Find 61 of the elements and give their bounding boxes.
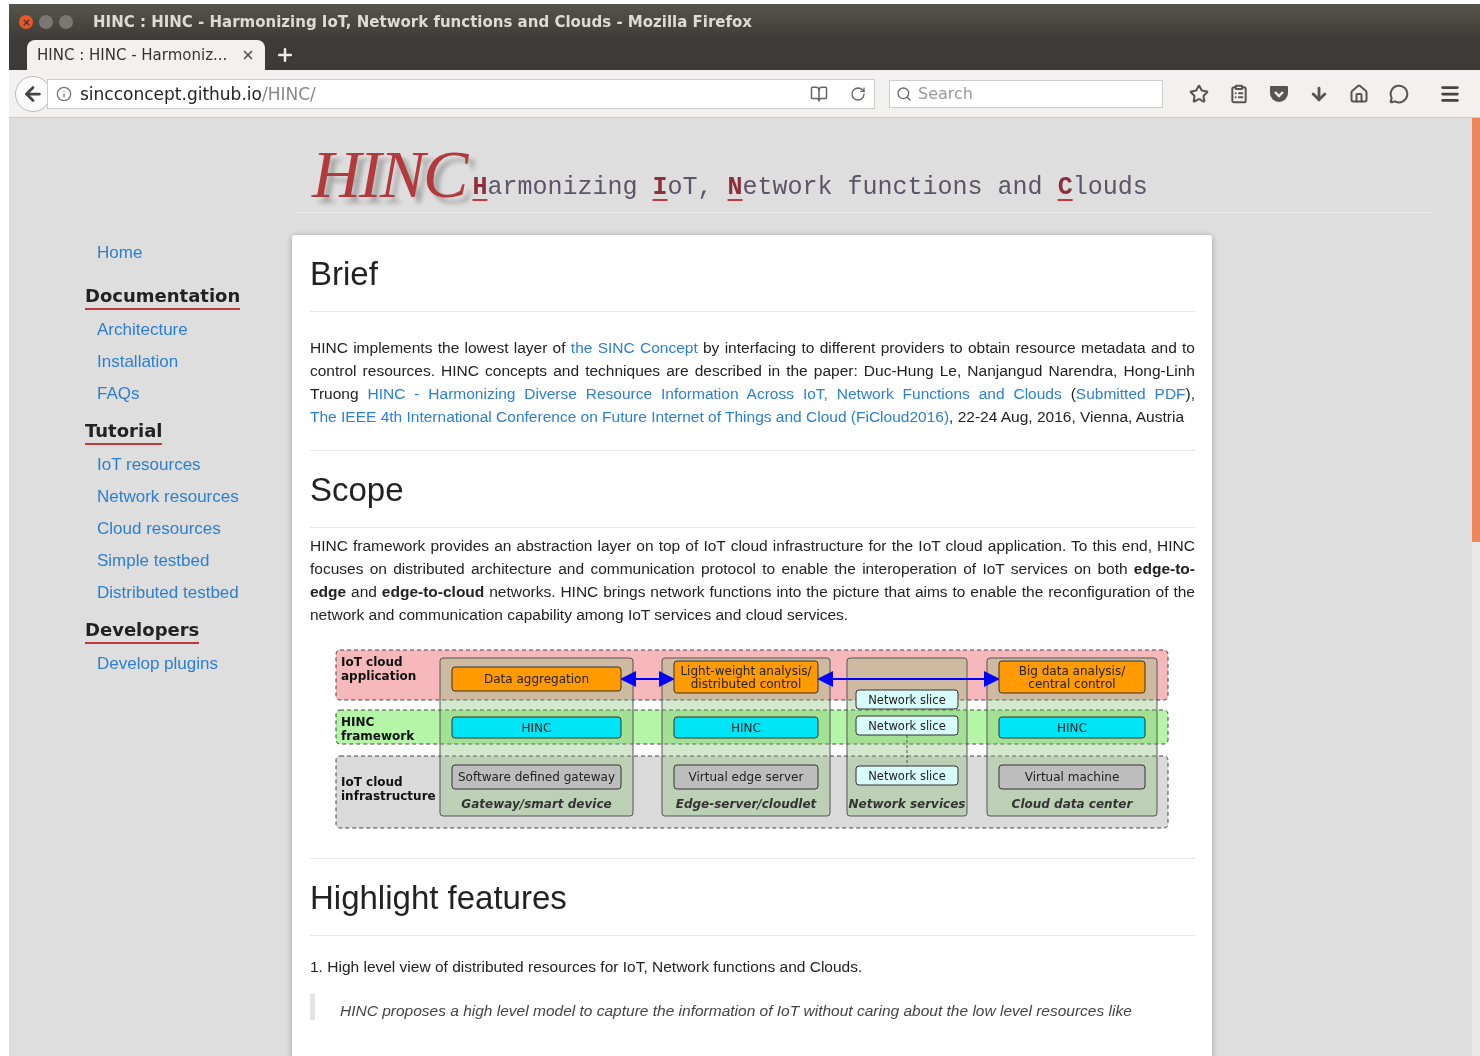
sidebar-link[interactable]: Home	[97, 243, 143, 263]
component-box: Network slice	[855, 689, 959, 710]
component-box: Virtual machine	[998, 764, 1146, 790]
window-title: HINC : HINC - Harmonizing IoT, Network functions and Clouds - Mozilla Firefox	[93, 13, 753, 31]
scrollbar[interactable]	[1472, 118, 1480, 1056]
section-heading: Brief	[310, 255, 1195, 312]
clipboard-icon[interactable]	[1229, 83, 1249, 104]
search-field[interactable]: Search	[889, 79, 1163, 108]
component-box: Network slice	[855, 715, 959, 736]
sidebar-heading: Documentation	[85, 285, 241, 310]
section-heading: Highlight features	[310, 879, 1195, 936]
sidebar-link[interactable]: Installation	[97, 352, 179, 372]
link[interactable]: HINC - Harmonizing Diverse Resource Information Across IoT, Network Functions and Clouds	[367, 385, 1062, 402]
paragraph: HINC framework provides an abstraction layer on top of IoT cloud infrastructure for the IoT cloud application. To this end, HINC focuses on distributed architecture and communication protocol to enable the interoperation of IoT services on both edge-to-edge and edge-to-cloud networks. HINC brings network functions into the picture that aims to enable the reconfiguration of the network and communication capability among IoT services and cloud services.	[310, 536, 1195, 625]
close-icon[interactable]	[241, 48, 255, 62]
component-box: HINC	[998, 716, 1146, 739]
new-tab-icon[interactable]	[275, 45, 295, 65]
layer-label: IoT cloud infrastructure	[341, 775, 436, 803]
star-icon[interactable]	[1189, 83, 1209, 104]
sidebar-link[interactable]: Develop plugins	[97, 654, 218, 674]
section-heading: Scope	[310, 471, 1195, 528]
paragraph: HINC implements the lowest layer of the SINC Concept by interfacing to different providers to obtain resource metadata and to control resources. HINC concepts and techniques are described in the paper: Duc-Hung Le, Nanjangud Narendra, Hong-Linh Truong HINC - Harmonizing Diverse Resource Information Across IoT, Network Functions and Clouds (Submitted PDF), The IEEE 4th International Conference on Future Internet of Things and Cloud (FiCloud2016), 22-24 Aug, 2016, Vienna, Austria	[310, 338, 1195, 427]
component-box: Data aggregation	[451, 666, 622, 692]
chat-icon[interactable]	[1389, 83, 1409, 104]
close-icon[interactable]	[19, 15, 33, 29]
component-box: Virtual edge server	[673, 764, 819, 790]
link[interactable]: The IEEE 4th International Conference on Future Internet of Things and Cloud (FiCloud2016)	[310, 408, 950, 425]
list-item: 1. High level view of distributed resources for IoT, Network functions and Clouds.	[310, 958, 864, 976]
info-icon[interactable]	[56, 85, 72, 102]
search-icon	[896, 85, 912, 102]
component-box: HINC	[673, 716, 819, 739]
sidebar-heading: Developers	[85, 619, 200, 644]
component-box: Light-weight analysis/ distributed control	[673, 660, 819, 694]
sidebar-heading: Tutorial	[85, 420, 163, 445]
sidebar-link[interactable]: IoT resources	[97, 455, 201, 475]
pocket-icon[interactable]	[1269, 84, 1289, 103]
component-box: Big data analysis/ central control	[998, 660, 1146, 694]
double-arrow	[620, 671, 675, 687]
tagline: Harmonizing IoT, Network functions and Clouds	[472, 173, 1148, 204]
address-bar[interactable]: sincconcept.github.io/HINC/	[47, 78, 875, 109]
link[interactable]: the SINC Concept	[570, 339, 698, 356]
reader-view-icon[interactable]	[810, 84, 828, 103]
layer-label: HINC framework	[341, 715, 415, 743]
home-icon[interactable]	[1349, 83, 1369, 104]
sidebar-link[interactable]: Simple testbed	[97, 551, 210, 571]
logo: HINC	[312, 140, 467, 208]
component-box: Software defined gateway	[451, 764, 622, 790]
sidebar-link[interactable]: Architecture	[97, 320, 188, 340]
browser-tab[interactable]: HINC : HINC - Harmoniz...	[27, 40, 265, 70]
component-box: HINC	[451, 716, 622, 739]
url-path: /HINC/	[261, 83, 316, 104]
sidebar-link[interactable]: Cloud resources	[97, 519, 221, 539]
sidebar-link[interactable]: FAQs	[97, 384, 140, 404]
url-host: sincconcept.github.io	[80, 83, 262, 104]
sidebar-link[interactable]: Network resources	[97, 487, 239, 507]
reload-icon[interactable]	[850, 85, 866, 102]
link[interactable]: Submitted PDF	[1075, 385, 1186, 402]
sidebar-link[interactable]: Distributed testbed	[97, 583, 239, 603]
quote: HINC proposes a high level model to capture the information of IoT without caring about the low level resources like	[310, 994, 1195, 1020]
component-box: Network slice	[855, 765, 959, 786]
layer-label: IoT cloud application	[341, 655, 417, 683]
